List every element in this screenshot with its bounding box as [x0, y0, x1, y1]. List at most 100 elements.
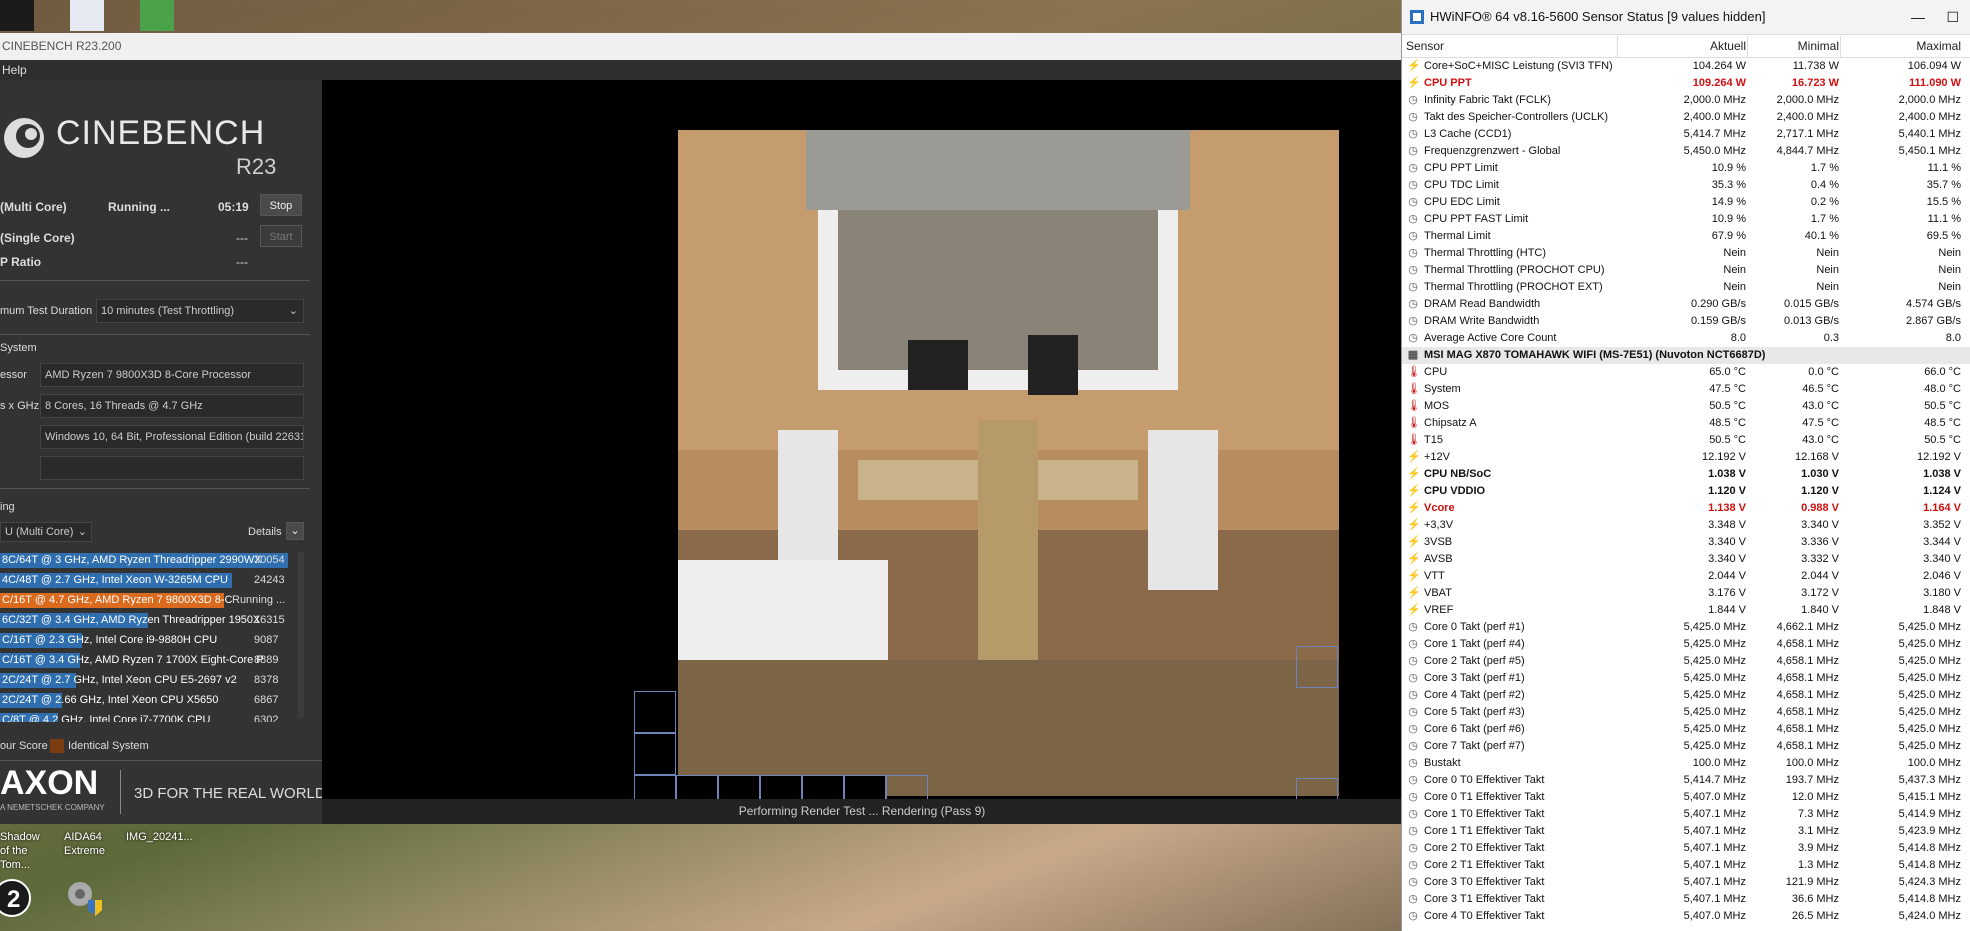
col-current[interactable]: Aktuell — [1710, 39, 1746, 53]
stop-button[interactable]: Stop — [260, 194, 302, 216]
sensor-row[interactable]: ◷ CPU PPT FAST Limit 10.9 % 1.7 % 11.1 % — [1402, 211, 1970, 228]
ranking-list[interactable]: 8C/64T @ 3 GHz, AMD Ryzen Threadripper 2… — [0, 552, 298, 722]
sensor-row[interactable]: ⚡ +12V 12.192 V 12.168 V 12.192 V — [1402, 449, 1970, 466]
sensor-current: Nein — [1723, 281, 1746, 293]
sensor-row[interactable]: 🌡 Chipsatz A 48.5 °C 47.5 °C 48.5 °C — [1402, 415, 1970, 432]
sensor-row[interactable]: 🌡 System 47.5 °C 46.5 °C 48.0 °C — [1402, 381, 1970, 398]
col-sensor[interactable]: Sensor — [1406, 39, 1444, 53]
sensor-row[interactable]: ⚡ CPU PPT 109.264 W 16.723 W 111.090 W — [1402, 75, 1970, 92]
identical-system-swatch — [50, 739, 64, 753]
sensor-row[interactable]: ◷ Core 6 Takt (perf #6) 5,425.0 MHz 4,658.1… — [1402, 721, 1970, 738]
sensor-name: VREF — [1424, 604, 1454, 616]
ranking-scrollbar[interactable] — [298, 552, 304, 718]
col-min[interactable]: Minimal — [1798, 39, 1839, 53]
menu-help[interactable]: Help — [2, 63, 27, 77]
sensor-row[interactable]: ◷ Bustakt 100.0 MHz 100.0 MHz 100.0 MHz — [1402, 755, 1970, 772]
sensor-name: CPU PPT FAST Limit — [1424, 213, 1529, 225]
sensor-row[interactable]: ⚡ 3VSB 3.340 V 3.336 V 3.344 V — [1402, 534, 1970, 551]
info-field[interactable] — [40, 456, 304, 480]
sensor-row[interactable]: ⚡ CPU NB/SoC 1.038 V 1.030 V 1.038 V — [1402, 466, 1970, 483]
sensor-row[interactable]: ◷ L3 Cache (CCD1) 5,414.7 MHz 2,717.1 MHz 5,… — [1402, 126, 1970, 143]
desktop-icon-image[interactable]: IMG_20241... — [126, 830, 206, 844]
sensor-row[interactable]: ◷ Average Active Core Count 8.0 0.3 8.0 — [1402, 330, 1970, 347]
sensor-row[interactable]: ⚡ Vcore 1.138 V 0.988 V 1.164 V — [1402, 500, 1970, 517]
details-toggle[interactable]: ⌄ — [286, 522, 304, 540]
sensor-row[interactable]: ◷ Thermal Throttling (HTC) Nein Nein Nein — [1402, 245, 1970, 262]
cinebench-titlebar[interactable]: CINEBENCH R23.200 — [0, 33, 1402, 60]
col-divider[interactable] — [1617, 36, 1618, 57]
hwinfo-titlebar[interactable]: HWiNFO® 64 v8.16-5600 Sensor Status [9 v… — [1402, 0, 1970, 35]
sensor-row[interactable]: ◷ Core 3 T0 Effektiver Takt 5,407.1 MHz 121… — [1402, 874, 1970, 891]
sensor-row[interactable]: ◷ Frequenzgrenzwert - Global 5,450.0 MHz 4,… — [1402, 143, 1970, 160]
sensor-min: 11.738 W — [1792, 60, 1839, 72]
sensor-row[interactable]: ⚡ VTT 2.044 V 2.044 V 2.046 V — [1402, 568, 1970, 585]
sensor-row[interactable]: 🌡 MOS 50.5 °C 43.0 °C 50.5 °C — [1402, 398, 1970, 415]
hwinfo-window: HWiNFO® 64 v8.16-5600 Sensor Status [9 v… — [1401, 0, 1970, 931]
sensor-min: Nein — [1816, 247, 1839, 259]
sensor-row[interactable]: ◷ Core 1 T0 Effektiver Takt 5,407.1 MHz 7.3… — [1402, 806, 1970, 823]
sensor-row[interactable]: ⚡ +3,3V 3.348 V 3.340 V 3.352 V — [1402, 517, 1970, 534]
sensor-row[interactable]: ◷ Core 0 T1 Effektiver Takt 5,407.0 MHz 12.… — [1402, 789, 1970, 806]
desktop-icon-tomb-raider[interactable]: Shadow of the Tom... — [0, 830, 48, 872]
sensor-list[interactable]: ⚡ Core+SoC+MISC Leistung (SVI3 TFN) 104.26… — [1402, 58, 1970, 931]
sensor-row[interactable]: ⚡ VBAT 3.176 V 3.172 V 3.180 V — [1402, 585, 1970, 602]
sensor-min: 1.7 % — [1810, 162, 1839, 174]
sensor-min: 1.120 V — [1801, 485, 1839, 497]
sensor-row[interactable]: ◷ Core 3 Takt (perf #1) 5,425.0 MHz 4,658.1… — [1402, 670, 1970, 687]
sensor-row[interactable]: ◷ Core 0 Takt (perf #1) 5,425.0 MHz 4,662.1… — [1402, 619, 1970, 636]
sensor-row[interactable]: ◷ DRAM Write Bandwidth 0.159 GB/s 0.013 GB/… — [1402, 313, 1970, 330]
sensor-row[interactable]: ◷ CPU PPT Limit 10.9 % 1.7 % 11.1 % — [1402, 160, 1970, 177]
sensor-name: CPU NB/SoC — [1424, 468, 1492, 480]
sensor-row[interactable]: 🌡 CPU 65.0 °C 0.0 °C 66.0 °C — [1402, 364, 1970, 381]
app-shortcut-icon[interactable] — [140, 0, 174, 31]
sensor-row[interactable]: ⚡ Core+SoC+MISC Leistung (SVI3 TFN) 104.26… — [1402, 58, 1970, 75]
sensor-row[interactable]: ◷ Core 4 T0 Effektiver Takt 5,407.0 MHz 26.… — [1402, 908, 1970, 925]
sensor-row[interactable]: ◷ Core 0 T0 Effektiver Takt 5,414.7 MHz 193… — [1402, 772, 1970, 789]
sensor-row[interactable]: ⚡ VREF 1.844 V 1.840 V 1.848 V — [1402, 602, 1970, 619]
processor-field: AMD Ryzen 7 9800X3D 8-Core Processor — [40, 363, 304, 387]
sensor-min: 3.172 V — [1801, 587, 1839, 599]
col-divider[interactable] — [1747, 36, 1748, 57]
sensor-row[interactable]: ◷ Thermal Throttling (PROCHOT EXT) Nein Nei… — [1402, 279, 1970, 296]
sensor-row[interactable]: ◷ Takt des Speicher-Controllers (UCLK) 2,4… — [1402, 109, 1970, 126]
app-2-icon[interactable]: 2 — [0, 876, 32, 918]
sensor-row[interactable]: ◷ Infinity Fabric Takt (FCLK) 2,000.0 MHz 2… — [1402, 92, 1970, 109]
desktop-icon-aida64[interactable]: AIDA64 Extreme — [64, 830, 118, 858]
sensor-row[interactable]: ◷ CPU TDC Limit 35.3 % 0.4 % 35.7 % — [1402, 177, 1970, 194]
sensor-row[interactable]: ◷ DRAM Read Bandwidth 0.290 GB/s 0.015 GB/s… — [1402, 296, 1970, 313]
sensor-row[interactable]: 🌡 T15 50.5 °C 43.0 °C 50.5 °C — [1402, 432, 1970, 449]
sensor-name: Core 1 T1 Effektiver Takt — [1424, 825, 1545, 837]
settings-shield-icon[interactable] — [62, 876, 108, 922]
sensor-row[interactable]: ◷ Core 1 T1 Effektiver Takt 5,407.1 MHz 3.1… — [1402, 823, 1970, 840]
sensor-row[interactable]: ⚡ AVSB 3.340 V 3.332 V 3.340 V — [1402, 551, 1970, 568]
maximize-icon[interactable]: ☐ — [1946, 0, 1959, 34]
clock-icon: ◷ — [1408, 128, 1418, 140]
os-field: Windows 10, 64 Bit, Professional Edition… — [40, 425, 304, 449]
sensor-row[interactable]: ⚡ CPU VDDIO 1.120 V 1.120 V 1.124 V — [1402, 483, 1970, 500]
sensor-row[interactable]: ◷ Core 4 Takt (perf #2) 5,425.0 MHz 4,658.1… — [1402, 687, 1970, 704]
details-label[interactable]: Details — [248, 526, 282, 538]
sensor-max: 3.352 V — [1923, 519, 1961, 531]
sensor-group-header[interactable]: ▦ MSI MAG X870 TOMAHAWK WIFI (MS-7E51) (N… — [1402, 347, 1970, 364]
col-divider[interactable] — [1840, 36, 1841, 57]
ranking-selector-value: U (Multi Core) — [5, 526, 74, 538]
sensor-row[interactable]: ◷ Core 2 T1 Effektiver Takt 5,407.1 MHz 1.3… — [1402, 857, 1970, 874]
sensor-current: 5,407.1 MHz — [1683, 893, 1746, 905]
sensor-row[interactable]: ◷ Thermal Limit 67.9 % 40.1 % 69.5 % — [1402, 228, 1970, 245]
col-max[interactable]: Maximal — [1916, 39, 1961, 53]
sensor-row[interactable]: ◷ Core 1 Takt (perf #4) 5,425.0 MHz 4,658.1… — [1402, 636, 1970, 653]
game-shortcut-icon[interactable] — [0, 0, 34, 31]
sensor-row[interactable]: ◷ CPU EDC Limit 14.9 % 0.2 % 15.5 % — [1402, 194, 1970, 211]
ranking-selector[interactable]: U (Multi Core) ⌄ — [0, 522, 92, 542]
sensor-row[interactable]: ◷ Core 3 T1 Effektiver Takt 5,407.1 MHz 36.… — [1402, 891, 1970, 908]
document-shortcut-icon[interactable] — [70, 0, 104, 31]
start-button[interactable]: Start — [260, 225, 302, 247]
minimize-icon[interactable]: — — [1911, 0, 1925, 34]
duration-select[interactable]: 10 minutes (Test Throttling) ⌄ — [96, 299, 304, 323]
sensor-row[interactable]: ◷ Thermal Throttling (PROCHOT CPU) Nein Nei… — [1402, 262, 1970, 279]
sensor-row[interactable]: ◷ Core 5 Takt (perf #3) 5,425.0 MHz 4,658.1… — [1402, 704, 1970, 721]
sensor-max: 8.0 — [1945, 332, 1961, 344]
sensor-row[interactable]: ◷ Core 7 Takt (perf #7) 5,425.0 MHz 4,658.1… — [1402, 738, 1970, 755]
sensor-row[interactable]: ◷ Core 2 T0 Effektiver Takt 5,407.1 MHz 3.9… — [1402, 840, 1970, 857]
sensor-row[interactable]: ◷ Core 2 Takt (perf #5) 5,425.0 MHz 4,658.1… — [1402, 653, 1970, 670]
